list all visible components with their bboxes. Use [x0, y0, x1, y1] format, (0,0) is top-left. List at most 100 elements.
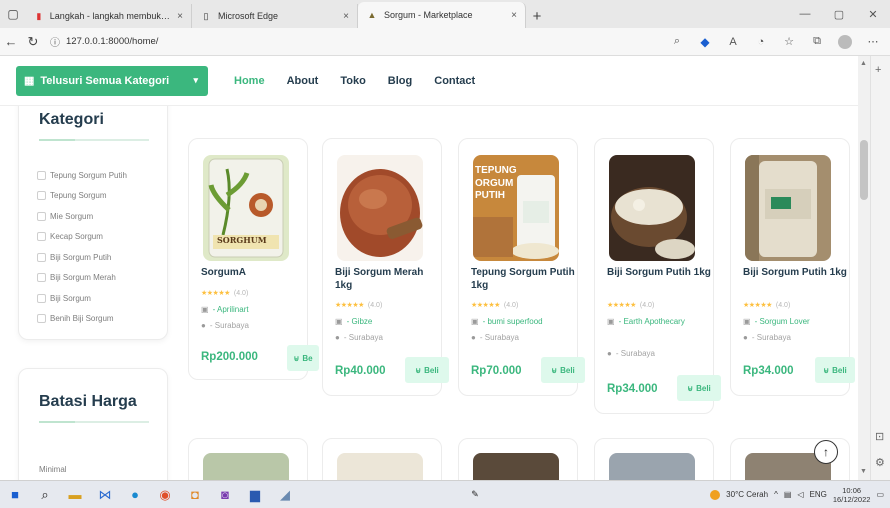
network-icon[interactable]: ▤: [784, 490, 792, 499]
windows-start-icon[interactable]: ■: [0, 481, 30, 508]
vscode-icon[interactable]: ⋈: [90, 481, 120, 508]
app-icon[interactable]: ◘: [180, 481, 210, 508]
url-field[interactable]: ⓘ 127.0.0.1:8000/home/: [50, 34, 610, 49]
product-image[interactable]: [609, 453, 695, 480]
read-aloud-icon[interactable]: A: [720, 31, 746, 53]
product-card[interactable]: Biji Sorgum Putih 1kg ★★★★★ (4.0) ▣ - Eart…: [594, 138, 721, 414]
checkbox[interactable]: [37, 314, 46, 324]
checkbox[interactable]: [37, 232, 46, 242]
scrollbar-thumb[interactable]: [860, 140, 868, 200]
collections-icon[interactable]: ⧉: [804, 31, 830, 53]
product-name[interactable]: Biji Sorgum Putih 1kg: [743, 267, 847, 280]
checkbox[interactable]: [37, 170, 46, 180]
product-image[interactable]: [337, 155, 423, 261]
product-card[interactable]: SORGHUM SorgumA ★★★★★ (4.0) ▣ - Aprilinart…: [188, 138, 319, 380]
product-image[interactable]: [337, 453, 423, 480]
pen-icon[interactable]: ✎: [460, 481, 490, 508]
app-icon[interactable]: ◢: [270, 481, 300, 508]
category-item[interactable]: Mie Sorgum: [37, 206, 127, 227]
category-item[interactable]: Biji Sorgum Merah: [37, 268, 127, 289]
product-name[interactable]: Tepung Sorgum Putih 1kg: [471, 267, 575, 292]
product-seller[interactable]: ▣ - bumi superfood: [471, 317, 575, 328]
extension-icon[interactable]: ◆: [692, 31, 718, 53]
edge-icon[interactable]: ●: [120, 481, 150, 508]
info-icon[interactable]: ⓘ: [50, 34, 60, 49]
language-indicator[interactable]: ENG: [810, 490, 827, 499]
browser-tab-1[interactable]: ▮ Langkah - langkah membuka aplikasi ×: [26, 4, 192, 28]
buy-button[interactable]: ⊌ Beli: [815, 357, 855, 383]
product-card-row2[interactable]: [594, 438, 714, 480]
category-item[interactable]: Tepung Sorgum: [37, 186, 127, 207]
add-icon[interactable]: +: [875, 64, 881, 76]
clock[interactable]: 10:06 16/12/2022: [833, 486, 871, 504]
product-seller[interactable]: ▣ - Sorgum Lover: [743, 317, 847, 328]
browser-tab-3-active[interactable]: ▲ Sorgum - Marketplace ×: [358, 2, 526, 28]
more-menu-icon[interactable]: ⋯: [860, 31, 886, 53]
buy-button[interactable]: ⊌ Beli: [405, 357, 449, 383]
back-arrow-icon[interactable]: ←: [0, 31, 22, 53]
checkbox[interactable]: [37, 273, 46, 283]
product-image[interactable]: [203, 453, 289, 480]
product-seller[interactable]: ▣ - Aprilinart: [201, 305, 305, 316]
app-icon[interactable]: ▆: [240, 481, 270, 508]
nav-about[interactable]: About: [287, 75, 319, 87]
tab-close-icon[interactable]: ×: [511, 10, 517, 21]
checkbox[interactable]: [37, 211, 46, 221]
weather-text[interactable]: 30°C Cerah: [726, 490, 768, 499]
product-image[interactable]: [609, 155, 695, 261]
minimize-button[interactable]: —: [788, 0, 822, 28]
browse-categories-button[interactable]: ▦ Telusuri Semua Kategori ▾: [16, 65, 208, 96]
product-name[interactable]: Biji Sorgum Merah 1kg: [335, 267, 439, 292]
page-scrollbar[interactable]: ▲ ▼: [858, 56, 870, 480]
nav-blog[interactable]: Blog: [388, 75, 412, 87]
category-item[interactable]: Biji Sorgum: [37, 288, 127, 309]
product-image[interactable]: TEPUNG ORGUM PUTIH: [473, 155, 559, 261]
scroll-up-arrow-icon[interactable]: ▲: [860, 60, 867, 67]
product-card-row2[interactable]: [188, 438, 308, 480]
profile-avatar[interactable]: [838, 34, 852, 49]
product-card-row2[interactable]: [458, 438, 578, 480]
tracking-icon[interactable]: ◔: [748, 31, 774, 53]
product-name[interactable]: SorgumA: [201, 267, 305, 280]
notification-icon[interactable]: ▭: [876, 490, 884, 499]
nav-toko[interactable]: Toko: [340, 75, 365, 87]
nav-contact[interactable]: Contact: [434, 75, 475, 87]
category-item[interactable]: Benih Biji Sorgum: [37, 309, 127, 330]
checkbox[interactable]: [37, 191, 46, 201]
refresh-icon[interactable]: ↻: [22, 31, 44, 53]
product-image[interactable]: [473, 453, 559, 480]
close-window-button[interactable]: ✕: [856, 0, 890, 28]
buy-button[interactable]: ⊌ Be: [287, 345, 319, 371]
chrome-icon[interactable]: ◉: [150, 481, 180, 508]
screenshot-icon[interactable]: ⊡: [875, 430, 884, 443]
scroll-to-top-button[interactable]: ↑: [814, 440, 838, 464]
volume-icon[interactable]: ◁: [797, 490, 803, 499]
scroll-down-arrow-icon[interactable]: ▼: [860, 468, 867, 475]
tab-close-icon[interactable]: ×: [343, 11, 349, 22]
product-card[interactable]: TEPUNG ORGUM PUTIH Tepung Sorgum Putih 1…: [458, 138, 585, 396]
category-item[interactable]: Kecap Sorgum: [37, 227, 127, 248]
tray-chevron-icon[interactable]: ^: [774, 490, 778, 499]
nav-home[interactable]: Home: [234, 75, 265, 87]
tab-close-icon[interactable]: ×: [177, 11, 183, 22]
window-menu-icon[interactable]: ▢: [0, 0, 26, 28]
product-card-row2[interactable]: [322, 438, 442, 480]
search-icon[interactable]: ⌕: [664, 31, 690, 53]
new-tab-button[interactable]: +: [526, 4, 548, 28]
product-image[interactable]: [745, 155, 831, 261]
app-icon[interactable]: ◙: [210, 481, 240, 508]
buy-button[interactable]: ⊌ Beli: [541, 357, 585, 383]
favorites-star-icon[interactable]: ☆: [776, 31, 802, 53]
product-name[interactable]: Biji Sorgum Putih 1kg: [607, 267, 711, 280]
category-item[interactable]: Tepung Sorgum Putih: [37, 165, 127, 186]
product-image[interactable]: SORGHUM: [203, 155, 289, 261]
settings-gear-icon[interactable]: ⚙: [875, 456, 885, 469]
search-icon[interactable]: ⌕: [30, 481, 60, 508]
product-seller[interactable]: ▣ - Earth Apothecary: [607, 317, 711, 328]
maximize-button[interactable]: ▢: [822, 0, 856, 28]
category-item[interactable]: Biji Sorgum Putih: [37, 247, 127, 268]
browser-tab-2[interactable]: ▯ Microsoft Edge ×: [192, 4, 358, 28]
file-explorer-icon[interactable]: ▬: [60, 481, 90, 508]
checkbox[interactable]: [37, 293, 46, 303]
product-seller[interactable]: ▣ - Gibze: [335, 317, 439, 328]
